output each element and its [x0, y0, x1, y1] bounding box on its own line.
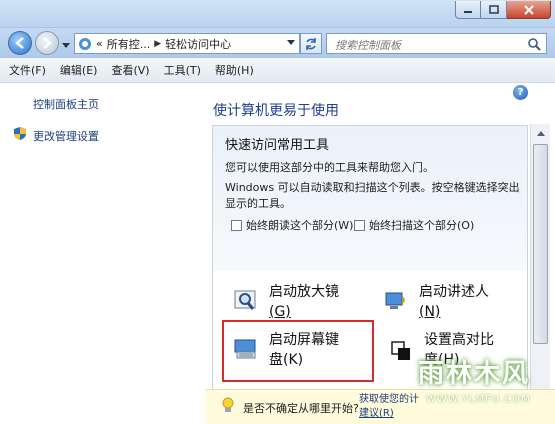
tool-narrator-shortcut: (N)	[419, 304, 441, 320]
tool-magnifier-shortcut: (G)	[269, 304, 291, 320]
scroll-up-icon[interactable]	[532, 125, 549, 141]
navigation-bar: « 所有控... ▶ 轻松访问中心 搜索控制面板	[0, 28, 555, 58]
breadcrumb-ease-of-access[interactable]: 轻松访问中心	[165, 36, 231, 52]
menu-file[interactable]: 文件(F)	[9, 62, 46, 78]
sidebar-link-change-admin-settings[interactable]: 更改管理设置	[33, 128, 99, 144]
quick-access-header: 快速访问常用工具 您可以使用这部分中的工具来帮助您入门。 Windows 可以自…	[213, 126, 527, 271]
forward-button[interactable]	[35, 31, 59, 55]
scrollbar-thumb[interactable]	[533, 144, 548, 344]
checkbox-icon[interactable]	[231, 219, 242, 231]
breadcrumb-all-control-panel[interactable]: 所有控...	[107, 36, 151, 52]
watermark-logo-text: 雨林木风	[418, 359, 531, 389]
refresh-icon	[306, 37, 316, 50]
chevron-down-icon[interactable]	[287, 40, 295, 46]
minimize-button[interactable]	[455, 1, 481, 19]
breadcrumb-separator-icon[interactable]: ▶	[154, 39, 161, 49]
always-read-label: 始终朗读这个部分(W)	[246, 219, 354, 232]
history-dropdown[interactable]	[62, 39, 70, 52]
menu-help[interactable]: 帮助(H)	[215, 62, 254, 78]
close-icon	[523, 4, 534, 15]
minimize-icon	[464, 10, 472, 13]
always-scan-checkbox[interactable]: 始终扫描这个部分(O)	[354, 217, 474, 233]
always-scan-label: 始终扫描这个部分(O)	[369, 219, 475, 232]
help-icon[interactable]: ?	[513, 85, 528, 100]
lightbulb-icon	[222, 397, 234, 412]
checkbox-icon[interactable]	[354, 219, 365, 231]
highlight-box	[222, 320, 374, 382]
watermark: 雨林木风 WWW.YLMFU.COM	[418, 345, 552, 415]
banner-link-line1: 获取使您的计	[359, 394, 419, 405]
refresh-button[interactable]	[300, 33, 322, 54]
always-read-checkbox[interactable]: 始终朗读这个部分(W)	[231, 217, 353, 233]
sidebar: 控制面板主页 更改管理设置	[0, 84, 205, 424]
title-bar	[0, 0, 555, 28]
narrator-icon	[385, 292, 405, 309]
search-placeholder: 搜索控制面板	[335, 39, 401, 52]
back-button[interactable]	[8, 31, 32, 55]
banner-suggestion-link[interactable]: 获取使您的计 建议(R)	[359, 393, 419, 421]
window-controls	[455, 1, 551, 19]
menu-bar: 文件(F) 编辑(E) 查看(V) 工具(T) 帮助(H)	[0, 58, 555, 83]
shield-icon	[14, 127, 26, 140]
control-panel-icon	[79, 37, 91, 50]
arrow-left-icon	[15, 37, 24, 49]
search-icon[interactable]	[527, 37, 541, 51]
tool-magnifier[interactable]: 启动放大镜 (G)	[233, 282, 339, 322]
chevron-down-icon	[62, 43, 70, 48]
watermark-url: WWW.YLMFU.COM	[426, 394, 531, 405]
maximize-button[interactable]	[481, 1, 507, 19]
arrow-right-icon	[43, 37, 52, 49]
magnifier-icon	[234, 290, 256, 310]
menu-tools[interactable]: 工具(T)	[164, 62, 201, 78]
tool-narrator-label: 启动讲述人	[419, 284, 489, 300]
page-title: 使计算机更易于使用	[213, 103, 339, 119]
section-instructions: Windows 可以自动读取和扫描这个列表。按空格键选择突出显示的工具。	[225, 181, 520, 210]
close-button[interactable]	[507, 1, 551, 19]
high-contrast-icon	[391, 341, 410, 360]
address-bar[interactable]: « 所有控... ▶ 轻松访问中心	[74, 33, 300, 54]
search-input[interactable]: 搜索控制面板	[326, 33, 547, 54]
menu-edit[interactable]: 编辑(E)	[60, 62, 98, 78]
banner-link-line2: 建议(R)	[359, 408, 394, 419]
menu-view[interactable]: 查看(V)	[111, 62, 149, 78]
breadcrumb-prefix[interactable]: «	[96, 37, 103, 50]
tool-magnifier-label: 启动放大镜	[269, 284, 339, 300]
sidebar-link-control-panel-home[interactable]: 控制面板主页	[33, 96, 99, 112]
banner-question: 是否不确定从哪里开始?	[243, 402, 359, 415]
section-description: 您可以使用这部分中的工具来帮助您入门。	[225, 161, 434, 174]
tool-narrator[interactable]: 启动讲述人 (N)	[383, 282, 489, 322]
maximize-icon	[488, 5, 499, 14]
section-title: 快速访问常用工具	[225, 138, 330, 153]
